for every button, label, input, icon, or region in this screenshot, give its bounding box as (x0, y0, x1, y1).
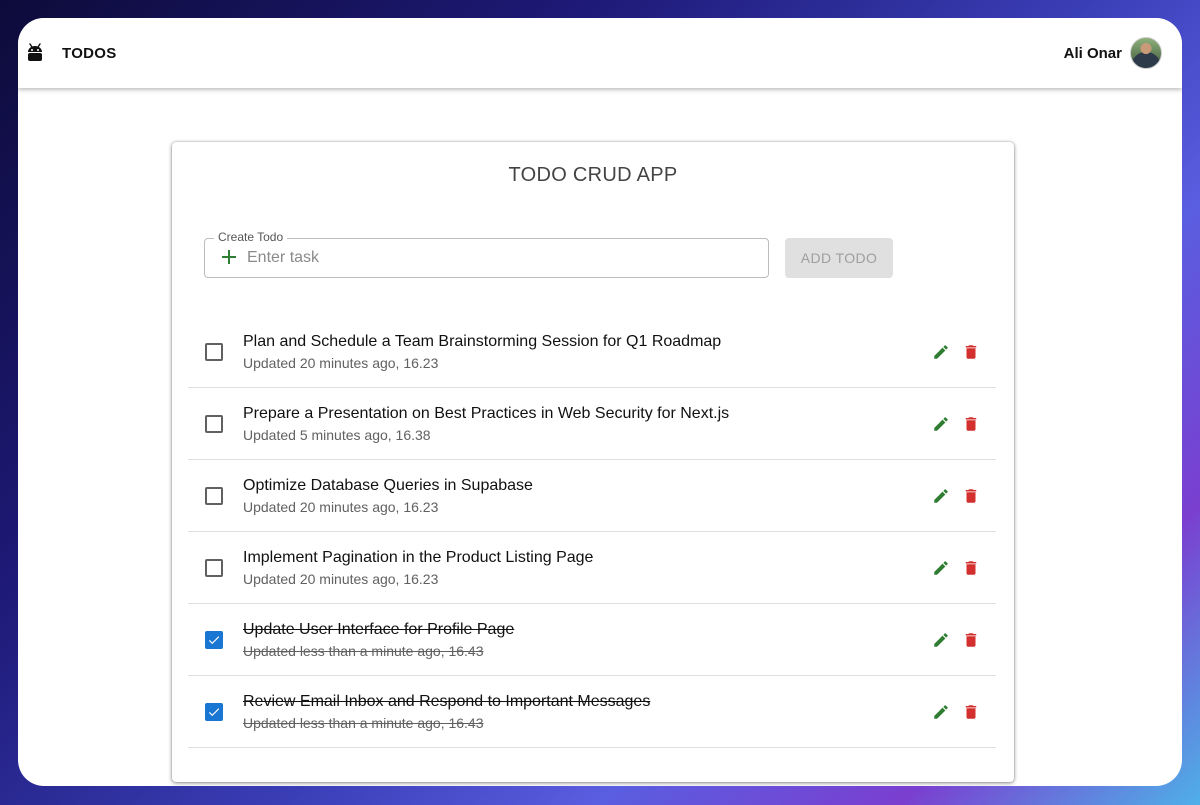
todo-title: Review Email Inbox and Respond to Import… (243, 692, 651, 710)
todo-actions (931, 702, 981, 722)
create-todo-field[interactable]: Create Todo (204, 230, 769, 278)
todo-actions (931, 486, 981, 506)
trash-icon[interactable] (961, 630, 981, 650)
app-brand[interactable]: TODOS (26, 42, 117, 64)
todo-text: Optimize Database Queries in Supabase Up… (243, 475, 931, 517)
trash-icon[interactable] (961, 486, 981, 506)
trash-icon[interactable] (961, 414, 981, 434)
pencil-icon[interactable] (931, 630, 951, 650)
todo-actions (931, 558, 981, 578)
checkbox-icon[interactable] (205, 630, 223, 649)
todo-item: Implement Pagination in the Product List… (188, 532, 996, 604)
checkbox-icon[interactable] (205, 342, 223, 361)
todo-updated: Updated 20 minutes ago, 16.23 (243, 354, 439, 371)
todo-actions (931, 414, 981, 434)
add-todo-button[interactable]: ADD TODO (785, 238, 893, 278)
checkbox-icon[interactable] (205, 702, 223, 721)
checkbox-icon[interactable] (205, 414, 223, 433)
todo-text: Plan and Schedule a Team Brainstorming S… (243, 331, 931, 373)
todo-actions (931, 342, 981, 362)
todo-item: Plan and Schedule a Team Brainstorming S… (188, 316, 996, 388)
todo-title: Prepare a Presentation on Best Practices… (243, 404, 730, 422)
todo-title: Implement Pagination in the Product List… (243, 548, 594, 566)
trash-icon[interactable] (961, 558, 981, 578)
todo-updated: Updated less than a minute ago, 16.43 (243, 714, 484, 731)
pencil-icon[interactable] (931, 342, 951, 362)
todo-item: Update User Interface for Profile Page U… (188, 604, 996, 676)
app-title: TODOS (62, 44, 117, 62)
pencil-icon[interactable] (931, 558, 951, 578)
todo-text: Review Email Inbox and Respond to Import… (243, 691, 931, 733)
todo-item: Review Email Inbox and Respond to Import… (188, 676, 996, 748)
todo-updated: Updated 20 minutes ago, 16.23 (243, 498, 439, 515)
checkbox-icon[interactable] (205, 558, 223, 577)
pencil-icon[interactable] (931, 702, 951, 722)
todo-text: Prepare a Presentation on Best Practices… (243, 403, 931, 445)
task-input[interactable] (247, 249, 768, 267)
avatar[interactable] (1130, 37, 1162, 69)
todo-card: TODO CRUD APP Create Todo ADD TODO Plan … (172, 142, 1014, 782)
pencil-icon[interactable] (931, 486, 951, 506)
create-todo-label: Create Todo (214, 230, 288, 244)
trash-icon[interactable] (961, 702, 981, 722)
todo-title: Optimize Database Queries in Supabase (243, 476, 533, 494)
app-bar: TODOS Ali Onar (18, 18, 1182, 88)
todo-text: Update User Interface for Profile Page U… (243, 619, 931, 661)
plus-icon (221, 246, 237, 270)
todo-item: Optimize Database Queries in Supabase Up… (188, 460, 996, 532)
app-window: TODOS Ali Onar TODO CRUD APP Create Todo… (18, 18, 1182, 786)
user-menu[interactable]: Ali Onar (1064, 37, 1162, 69)
page-title: TODO CRUD APP (508, 164, 678, 186)
todo-item: Prepare a Presentation on Best Practices… (188, 388, 996, 460)
todo-text: Implement Pagination in the Product List… (243, 547, 931, 589)
android-icon (26, 42, 46, 64)
pencil-icon[interactable] (931, 414, 951, 434)
todo-updated: Updated 5 minutes ago, 16.38 (243, 426, 431, 443)
todo-list: Plan and Schedule a Team Brainstorming S… (188, 316, 996, 748)
todo-actions (931, 630, 981, 650)
trash-icon[interactable] (961, 342, 981, 362)
user-name: Ali Onar (1063, 44, 1122, 62)
todo-updated: Updated less than a minute ago, 16.43 (243, 642, 484, 659)
checkbox-icon[interactable] (205, 486, 223, 505)
todo-title: Plan and Schedule a Team Brainstorming S… (243, 332, 722, 350)
todo-updated: Updated 20 minutes ago, 16.23 (243, 570, 439, 587)
todo-title: Update User Interface for Profile Page (243, 620, 515, 638)
